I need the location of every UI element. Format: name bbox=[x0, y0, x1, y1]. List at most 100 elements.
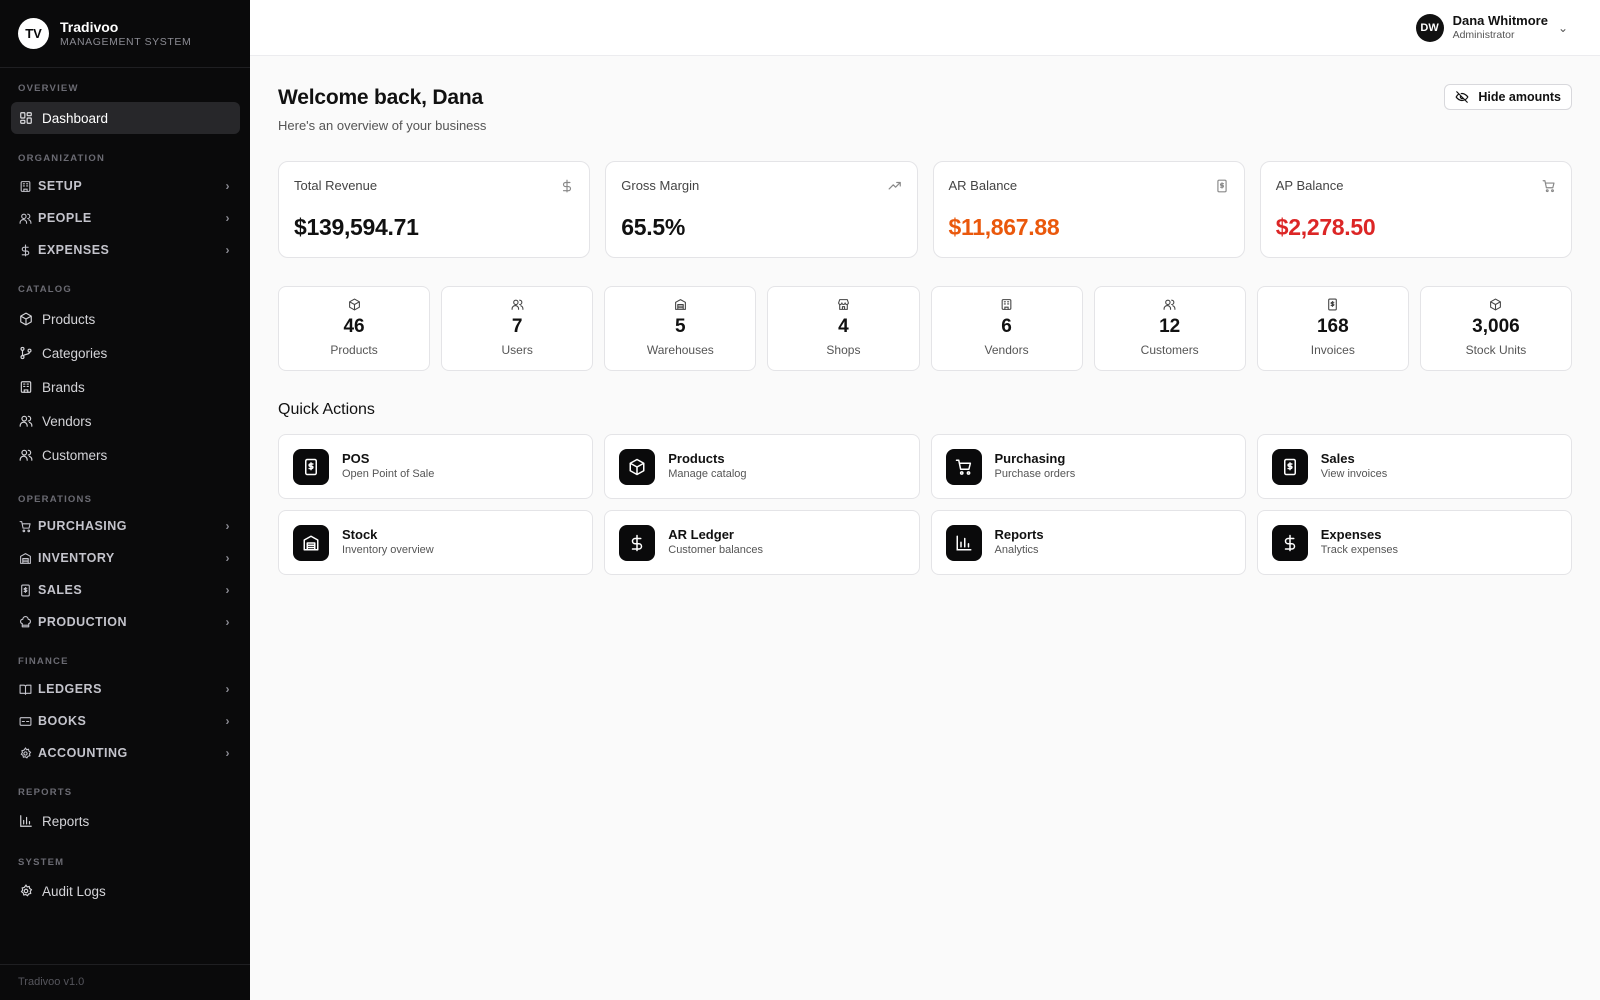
eye-off-icon bbox=[1455, 90, 1469, 104]
chevron-right-icon: › bbox=[225, 179, 230, 193]
quick-action-name: Products bbox=[668, 451, 725, 466]
receipt-icon bbox=[302, 458, 320, 476]
dollar-icon bbox=[628, 534, 646, 552]
sidebar-item-label: PEOPLE bbox=[38, 211, 92, 225]
users-icon bbox=[19, 414, 33, 428]
kpi-card-total-revenue: Total Revenue $139,594.71 bbox=[278, 161, 591, 258]
sidebar-item-label: Products bbox=[42, 311, 96, 327]
chevron-right-icon: › bbox=[225, 746, 230, 760]
kpi-card-gross-margin: Gross Margin 65.5% bbox=[605, 161, 918, 258]
quick-action-desc: Purchase orders bbox=[994, 468, 1076, 480]
quick-action-name: Sales bbox=[1320, 451, 1355, 466]
chevron-right-icon: › bbox=[225, 519, 230, 533]
sidebar-item-books[interactable]: BOOKS › bbox=[11, 705, 240, 737]
kpi-label: Gross Margin bbox=[621, 178, 700, 193]
gear-icon bbox=[19, 884, 33, 898]
stat-value: 12 bbox=[1159, 316, 1181, 337]
sidebar-item-audit-logs[interactable]: Audit Logs bbox=[11, 875, 240, 907]
sidebar-item-label: Dashboard bbox=[42, 110, 109, 126]
quick-action-desc: Inventory overview bbox=[342, 544, 434, 556]
sidebar-item-label: Audit Logs bbox=[42, 883, 106, 899]
sidebar-item-label: BOOKS bbox=[38, 714, 87, 728]
sidebar-item-label: ACCOUNTING bbox=[38, 746, 128, 760]
brand-header[interactable]: TV Tradivoo MANAGEMENT SYSTEM bbox=[0, 0, 250, 68]
stat-label: Warehouses bbox=[646, 343, 714, 357]
sidebar-item-inventory[interactable]: INVENTORY › bbox=[11, 542, 240, 574]
section-label-overview: OVERVIEW bbox=[18, 83, 79, 94]
quick-action-desc: View invoices bbox=[1320, 468, 1388, 480]
cart-icon bbox=[1542, 179, 1556, 193]
top-bar: DW Dana Whitmore Administrator ⌄ bbox=[250, 0, 1600, 56]
kpi-value: $11,867.88 bbox=[948, 214, 1060, 240]
sidebar-item-sales[interactable]: SALES › bbox=[11, 574, 240, 606]
quick-action-ar-ledger[interactable]: AR Ledger Customer balances bbox=[604, 510, 920, 575]
section-label-operations: OPERATIONS bbox=[18, 494, 93, 505]
sidebar-item-label: Categories bbox=[42, 345, 108, 361]
sidebar-item-ledgers[interactable]: LEDGERS › bbox=[11, 673, 240, 705]
sidebar-item-brands[interactable]: Brands bbox=[11, 371, 240, 403]
kpi-label: Total Revenue bbox=[294, 178, 378, 193]
sidebar-item-production[interactable]: PRODUCTION › bbox=[11, 606, 240, 638]
chevron-right-icon: › bbox=[225, 583, 230, 597]
sidebar-item-purchasing[interactable]: PURCHASING › bbox=[11, 510, 240, 542]
section-label-reports: REPORTS bbox=[18, 787, 73, 798]
sidebar-item-vendors[interactable]: Vendors bbox=[11, 405, 240, 437]
quick-action-name: Stock bbox=[342, 527, 378, 542]
sidebar-item-people[interactable]: PEOPLE › bbox=[11, 202, 240, 234]
quick-action-pos[interactable]: POS Open Point of Sale bbox=[278, 434, 594, 499]
dollar-icon bbox=[19, 244, 32, 257]
sidebar-item-products[interactable]: Products bbox=[11, 303, 240, 335]
quick-action-sales[interactable]: Sales View invoices bbox=[1256, 434, 1572, 499]
sidebar-item-label: SETUP bbox=[38, 179, 83, 193]
kpi-value: $139,594.71 bbox=[294, 214, 419, 240]
quick-action-reports[interactable]: Reports Analytics bbox=[930, 510, 1246, 575]
quick-action-products[interactable]: Products Manage catalog bbox=[604, 434, 920, 499]
quick-action-name: Reports bbox=[994, 527, 1044, 542]
section-label-organization: ORGANIZATION bbox=[18, 153, 106, 164]
box-icon bbox=[628, 458, 646, 476]
sidebar-item-setup[interactable]: SETUP › bbox=[11, 170, 240, 202]
grid-icon bbox=[19, 111, 33, 125]
stat-value: 3,006 bbox=[1472, 316, 1520, 337]
page-title: Welcome back, Dana bbox=[278, 86, 483, 109]
user-menu[interactable]: DW Dana Whitmore Administrator ⌄ bbox=[1415, 13, 1568, 42]
sidebar-item-label: Brands bbox=[42, 379, 85, 395]
sidebar-item-reports[interactable]: Reports bbox=[11, 805, 240, 837]
sidebar-item-categories[interactable]: Categories bbox=[11, 337, 240, 369]
sidebar-item-label: Reports bbox=[42, 813, 90, 829]
branch-icon bbox=[19, 346, 33, 360]
stat-card-users: 7 Users bbox=[441, 286, 594, 371]
card-icon bbox=[19, 715, 32, 728]
sidebar-item-expenses[interactable]: EXPENSES › bbox=[11, 234, 240, 266]
quick-action-name: POS bbox=[342, 451, 370, 466]
section-label-system: SYSTEM bbox=[18, 857, 65, 868]
stat-value: 168 bbox=[1316, 316, 1349, 337]
brand-subtitle: MANAGEMENT SYSTEM bbox=[60, 35, 192, 48]
cart-icon bbox=[19, 520, 32, 533]
sidebar-item-label: Vendors bbox=[42, 413, 92, 429]
trending-up-icon bbox=[888, 179, 902, 193]
quick-action-stock[interactable]: Stock Inventory overview bbox=[278, 510, 594, 575]
sidebar-item-customers[interactable]: Customers bbox=[11, 439, 240, 471]
bar-chart-icon bbox=[955, 534, 973, 552]
kpi-card-ap-balance: AP Balance $2,278.50 bbox=[1259, 161, 1572, 258]
stat-label: Customers bbox=[1140, 343, 1199, 357]
kpi-label: AP Balance bbox=[1275, 178, 1344, 193]
quick-actions-title: Quick Actions bbox=[278, 401, 375, 418]
sidebar-item-accounting[interactable]: ACCOUNTING › bbox=[11, 737, 240, 769]
stat-card-invoices: 168 Invoices bbox=[1256, 286, 1409, 371]
receipt-icon bbox=[1281, 458, 1299, 476]
users-icon bbox=[511, 298, 524, 311]
sidebar-item-dashboard[interactable]: Dashboard bbox=[11, 102, 240, 134]
building-icon bbox=[1000, 298, 1013, 311]
chevron-right-icon: › bbox=[225, 551, 230, 565]
quick-action-purchasing[interactable]: Purchasing Purchase orders bbox=[930, 434, 1246, 499]
building-icon bbox=[19, 380, 33, 394]
warehouse-icon bbox=[302, 534, 320, 552]
hide-amounts-button[interactable]: Hide amounts bbox=[1444, 84, 1572, 110]
dollar-icon bbox=[560, 179, 574, 193]
quick-action-expenses[interactable]: Expenses Track expenses bbox=[1256, 510, 1572, 575]
book-icon bbox=[19, 683, 32, 696]
stat-value: 6 bbox=[1001, 316, 1012, 337]
section-label-catalog: CATALOG bbox=[18, 284, 72, 295]
